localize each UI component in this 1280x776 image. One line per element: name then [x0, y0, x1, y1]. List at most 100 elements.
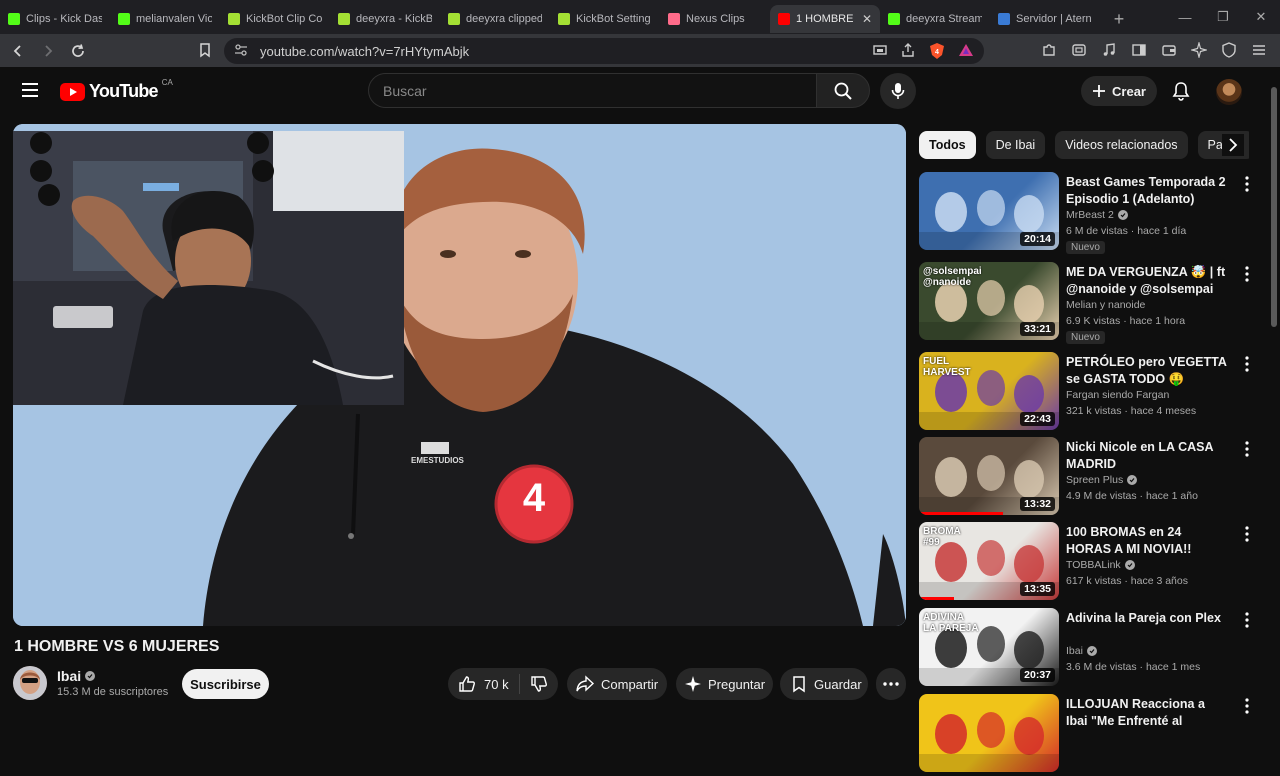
recommendation-channel[interactable]: Ibai	[1066, 645, 1097, 657]
leo-ai-icon[interactable]	[1190, 41, 1208, 59]
recommendation-meta: 6 M de vistas · hace 1 día	[1066, 225, 1187, 237]
browser-tab[interactable]: KickBot Clip Co	[220, 5, 330, 33]
minimize-icon[interactable]: —	[1166, 0, 1204, 34]
video-thumbnail[interactable]: FUEL HARVEST 22:43	[919, 352, 1059, 430]
recommendation-channel[interactable]: TOBBALink	[1066, 559, 1135, 571]
recommendation-item[interactable]: BROMA #99 13:35 100 BROMAS en 24 HORAS A MI…	[919, 522, 1259, 604]
account-avatar[interactable]	[1216, 79, 1242, 105]
cast-icon[interactable]	[872, 42, 888, 65]
browser-tab[interactable]: deeyxra clipped	[440, 5, 550, 33]
guide-menu-icon[interactable]	[20, 81, 40, 99]
video-thumbnail[interactable]: BROMA #99 13:35	[919, 522, 1059, 600]
back-icon[interactable]	[6, 39, 30, 63]
sidebar-icon[interactable]	[1130, 41, 1148, 59]
url-field[interactable]: youtube.com/watch?v=7rHYtymAbjk	[224, 38, 984, 64]
chip-todos[interactable]: Todos	[919, 131, 976, 159]
ask-button[interactable]: Preguntar	[676, 668, 773, 700]
page-scrollbar[interactable]	[1268, 67, 1280, 720]
brave-shield-icon[interactable]: 4	[928, 42, 946, 65]
dislike-button[interactable]	[520, 675, 548, 693]
browser-tab[interactable]: 1 HOMBRE ✕	[770, 5, 880, 33]
tab-title: deeyxra - KickB	[356, 13, 432, 25]
video-thumbnail[interactable]	[919, 694, 1059, 772]
microphone-icon	[891, 83, 905, 99]
share-page-icon[interactable]	[900, 42, 916, 65]
video-thumbnail[interactable]: 13:32	[919, 437, 1059, 515]
more-vertical-icon[interactable]	[1239, 696, 1255, 716]
recommendation-title[interactable]: Nicki Nicole en LA CASA MADRID	[1066, 439, 1228, 472]
site-info-icon[interactable]	[234, 43, 248, 60]
puzzle-icon[interactable]	[1040, 41, 1058, 59]
brave-rewards-icon[interactable]	[958, 42, 974, 65]
more-vertical-icon[interactable]	[1239, 354, 1255, 374]
create-button[interactable]: Crear	[1081, 76, 1157, 106]
video-duration: 22:43	[1020, 412, 1055, 426]
thumbs-down-icon	[530, 676, 547, 692]
forward-icon[interactable]	[36, 39, 60, 63]
more-vertical-icon[interactable]	[1239, 264, 1255, 284]
notifications-bell-icon[interactable]	[1170, 80, 1192, 102]
more-vertical-icon[interactable]	[1239, 439, 1255, 459]
voice-search-button[interactable]	[880, 73, 916, 109]
recommendation-title[interactable]: ILLOJUAN Reacciona a Ibai "Me Enfrenté a…	[1066, 696, 1228, 730]
recommendation-item[interactable]: ILLOJUAN Reacciona a Ibai "Me Enfrenté a…	[919, 694, 1259, 776]
channel-name[interactable]: Ibai	[57, 668, 96, 684]
recommendation-item[interactable]: 13:32 Nicki Nicole en LA CASA MADRID Spree…	[919, 437, 1259, 519]
search-input[interactable]: Buscar	[368, 73, 816, 108]
browser-tab[interactable]: Servidor | Atern	[990, 5, 1100, 33]
menu-icon[interactable]	[1250, 41, 1268, 59]
thumbnail-text-line: @solsempai	[923, 266, 982, 277]
recommendation-title[interactable]: Beast Games Temporada 2 Episodio 1 (Adel…	[1066, 174, 1228, 207]
video-player[interactable]: EMESTUDIOS 4	[13, 124, 906, 626]
share-button[interactable]: Compartir	[567, 668, 667, 700]
maximize-icon[interactable]: ❐	[1204, 0, 1242, 34]
bookmark-icon[interactable]	[196, 41, 214, 59]
browser-tab[interactable]: deeyxra Stream	[880, 5, 990, 33]
recommendation-title[interactable]: PETRÓLEO pero VEGETTA se GASTA TODO 🤑 ME…	[1066, 354, 1228, 388]
subscribe-button[interactable]: Suscribirse	[182, 669, 269, 699]
browser-tab[interactable]: melianvalen Vio	[110, 5, 220, 33]
save-button[interactable]: Guardar	[780, 668, 868, 700]
recommendation-channel[interactable]: Melian y nanoide	[1066, 299, 1145, 311]
chip-de-ibai[interactable]: De Ibai	[985, 131, 1046, 159]
browser-tab[interactable]: KickBot Setting	[550, 5, 660, 33]
vpn-shield-icon[interactable]	[1220, 41, 1238, 59]
more-vertical-icon[interactable]	[1239, 524, 1255, 544]
video-thumbnail[interactable]: 20:14	[919, 172, 1059, 250]
recommendation-title[interactable]: 100 BROMAS en 24 HORAS A MI NOVIA!!	[1066, 524, 1228, 557]
recommendation-item[interactable]: FUEL HARVEST 22:43 PETRÓLEO pero VEGETTA se…	[919, 352, 1259, 434]
chip-related[interactable]: Videos relacionados	[1055, 131, 1188, 159]
more-vertical-icon[interactable]	[1239, 174, 1255, 194]
chips-next-icon[interactable]	[1222, 134, 1244, 156]
browser-tab[interactable]: deeyxra - KickB	[330, 5, 440, 33]
recommendation-item[interactable]: ADIVINA LA PAREJA 20:37 Adivina la Pareja c…	[919, 608, 1259, 690]
wallet-icon[interactable]	[1160, 41, 1178, 59]
more-vertical-icon[interactable]	[1239, 610, 1255, 630]
scrollbar-thumb[interactable]	[1271, 87, 1277, 327]
channel-avatar[interactable]	[13, 666, 47, 700]
recommendation-channel[interactable]: Fargan siendo Fargan	[1066, 389, 1169, 401]
video-thumbnail[interactable]: ADIVINA LA PAREJA 20:37	[919, 608, 1059, 686]
search-button[interactable]	[816, 73, 870, 108]
new-tab-icon[interactable]: +	[1106, 6, 1132, 32]
like-button[interactable]: 70 k	[448, 674, 520, 694]
recommendation-channel[interactable]: Spreen Plus	[1066, 474, 1138, 486]
more-actions-button[interactable]	[876, 668, 906, 700]
youtube-logo[interactable]: YouTube CA	[60, 78, 173, 102]
recommendation-title[interactable]: ME DA VERGUENZA 🤯 | ft @nanoide y @solse…	[1066, 264, 1228, 297]
close-tab-icon[interactable]: ✕	[862, 12, 872, 26]
recommendation-channel[interactable]: MrBeast 2	[1066, 209, 1128, 221]
recommendation-channel-text: TOBBALink	[1066, 559, 1121, 571]
browser-tab[interactable]: Clips - Kick Das	[0, 5, 110, 33]
channel-name-text[interactable]: Ibai	[57, 668, 81, 684]
recommendation-item[interactable]: 20:14 Beast Games Temporada 2 Episodio 1 …	[919, 172, 1259, 254]
recommendation-title[interactable]: Adivina la Pareja con Plex	[1066, 610, 1228, 627]
browser-tab[interactable]: Nexus Clips	[660, 5, 770, 33]
close-window-icon[interactable]: ✕	[1242, 0, 1280, 34]
video-thumbnail[interactable]: @solsempai @nanoide 33:21	[919, 262, 1059, 340]
recommendation-channel-text: Ibai	[1066, 645, 1083, 657]
reload-icon[interactable]	[66, 39, 90, 63]
music-icon[interactable]	[1100, 41, 1118, 59]
screenshot-icon[interactable]	[1070, 41, 1088, 59]
recommendation-item[interactable]: @solsempai @nanoide 33:21 ME DA VERGUENZA 🤯…	[919, 262, 1259, 344]
